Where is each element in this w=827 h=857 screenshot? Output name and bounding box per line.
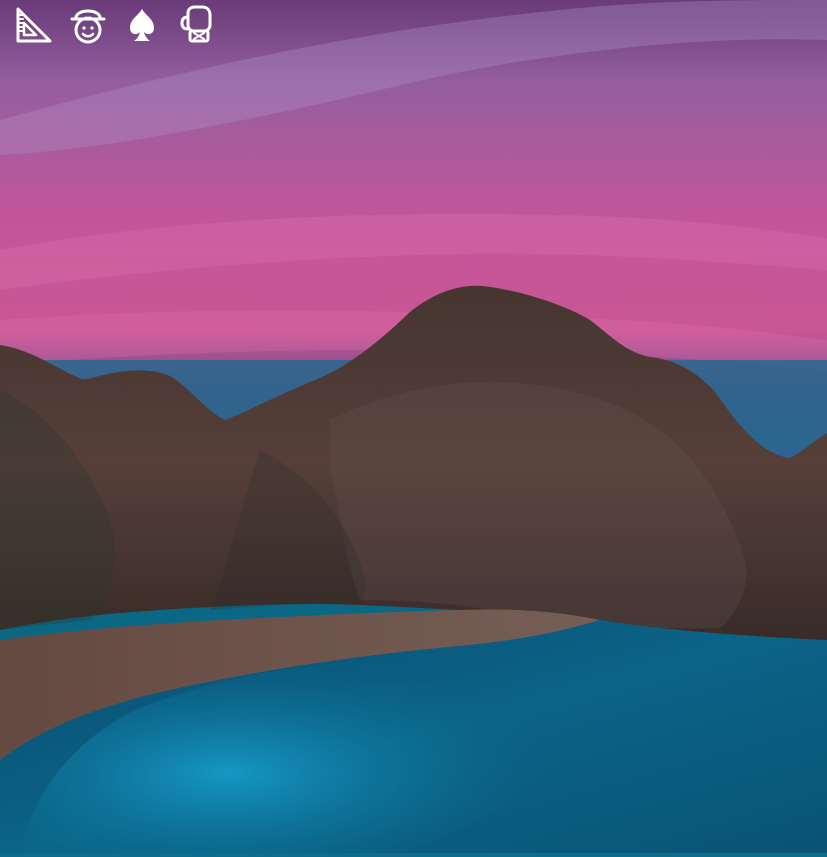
wallpaper <box>0 0 827 853</box>
landscape-wallpaper <box>0 0 827 853</box>
icon-tray <box>12 3 218 47</box>
cowboy-face-icon <box>70 9 106 44</box>
spade-icon <box>130 9 154 41</box>
boxing-glove-icon[interactable] <box>174 3 218 47</box>
boxing-glove-icon <box>180 5 212 43</box>
spade-icon[interactable] <box>120 3 164 47</box>
set-square-triangle-icon[interactable] <box>12 3 56 47</box>
set-square-triangle-icon <box>16 7 52 43</box>
cowboy-face-icon[interactable] <box>66 3 110 47</box>
